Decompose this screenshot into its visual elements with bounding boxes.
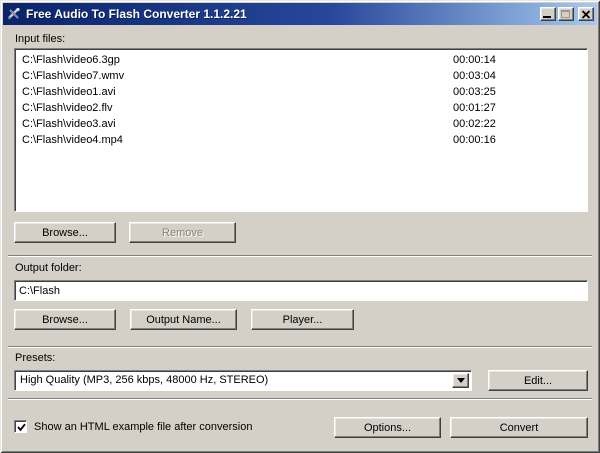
- file-duration: 00:00:14: [453, 52, 496, 68]
- edit-preset-button[interactable]: Edit...: [488, 370, 588, 391]
- file-path: C:\Flash\video3.avi: [22, 116, 453, 132]
- presets-label: Presets:: [15, 352, 55, 364]
- remove-button[interactable]: Remove: [129, 222, 236, 243]
- section-divider: [8, 346, 592, 348]
- maximize-button[interactable]: [558, 7, 574, 21]
- show-html-checkbox[interactable]: [14, 420, 27, 433]
- presets-dropdown[interactable]: High Quality (MP3, 256 kbps, 48000 Hz, S…: [14, 370, 472, 391]
- output-browse-button[interactable]: Browse...: [14, 309, 116, 330]
- input-files-label: Input files:: [15, 33, 65, 45]
- output-name-button[interactable]: Output Name...: [130, 309, 237, 330]
- list-item[interactable]: C:\Flash\video6.3gp 00:00:14: [15, 52, 587, 68]
- app-icon: [6, 6, 22, 22]
- file-path: C:\Flash\video4.mp4: [22, 132, 453, 148]
- section-divider: [8, 398, 592, 400]
- input-browse-button[interactable]: Browse...: [14, 222, 116, 243]
- dropdown-button[interactable]: [452, 373, 469, 388]
- list-item[interactable]: C:\Flash\video4.mp4 00:00:16: [15, 132, 587, 148]
- file-duration: 00:03:04: [453, 68, 496, 84]
- list-item[interactable]: C:\Flash\video1.avi 00:03:25: [15, 84, 587, 100]
- file-path: C:\Flash\video1.avi: [22, 84, 453, 100]
- file-path: C:\Flash\video7.wmv: [22, 68, 453, 84]
- show-html-checkbox-label: Show an HTML example file after conversi…: [34, 421, 252, 433]
- title-bar[interactable]: Free Audio To Flash Converter 1.1.2.21: [3, 3, 597, 25]
- close-button[interactable]: [578, 7, 594, 21]
- preset-selected-value: High Quality (MP3, 256 kbps, 48000 Hz, S…: [20, 374, 449, 386]
- player-button[interactable]: Player...: [251, 309, 354, 330]
- file-duration: 00:02:22: [453, 116, 496, 132]
- file-duration: 00:00:16: [453, 132, 496, 148]
- close-icon: [581, 10, 591, 19]
- checkmark-icon: [16, 422, 27, 433]
- window-title: Free Audio To Flash Converter 1.1.2.21: [26, 7, 540, 21]
- list-item[interactable]: C:\Flash\video3.avi 00:02:22: [15, 116, 587, 132]
- minimize-icon: [543, 16, 551, 18]
- output-folder-input[interactable]: [14, 280, 588, 301]
- file-duration: 00:01:27: [453, 100, 496, 116]
- section-divider: [8, 255, 592, 257]
- list-item[interactable]: C:\Flash\video2.flv 00:01:27: [15, 100, 587, 116]
- app-window: Free Audio To Flash Converter 1.1.2.21 I…: [0, 0, 600, 453]
- minimize-button[interactable]: [540, 7, 556, 21]
- options-button[interactable]: Options...: [334, 417, 441, 438]
- input-files-list[interactable]: C:\Flash\video6.3gp 00:00:14 C:\Flash\vi…: [14, 48, 588, 212]
- file-duration: 00:03:25: [453, 84, 496, 100]
- output-folder-label: Output folder:: [15, 262, 82, 274]
- chevron-down-icon: [457, 378, 465, 383]
- window-controls: [540, 7, 594, 21]
- list-item[interactable]: C:\Flash\video7.wmv 00:03:04: [15, 68, 587, 84]
- file-path: C:\Flash\video2.flv: [22, 100, 453, 116]
- file-path: C:\Flash\video6.3gp: [22, 52, 453, 68]
- convert-button[interactable]: Convert: [450, 417, 588, 438]
- maximize-icon: [561, 10, 570, 18]
